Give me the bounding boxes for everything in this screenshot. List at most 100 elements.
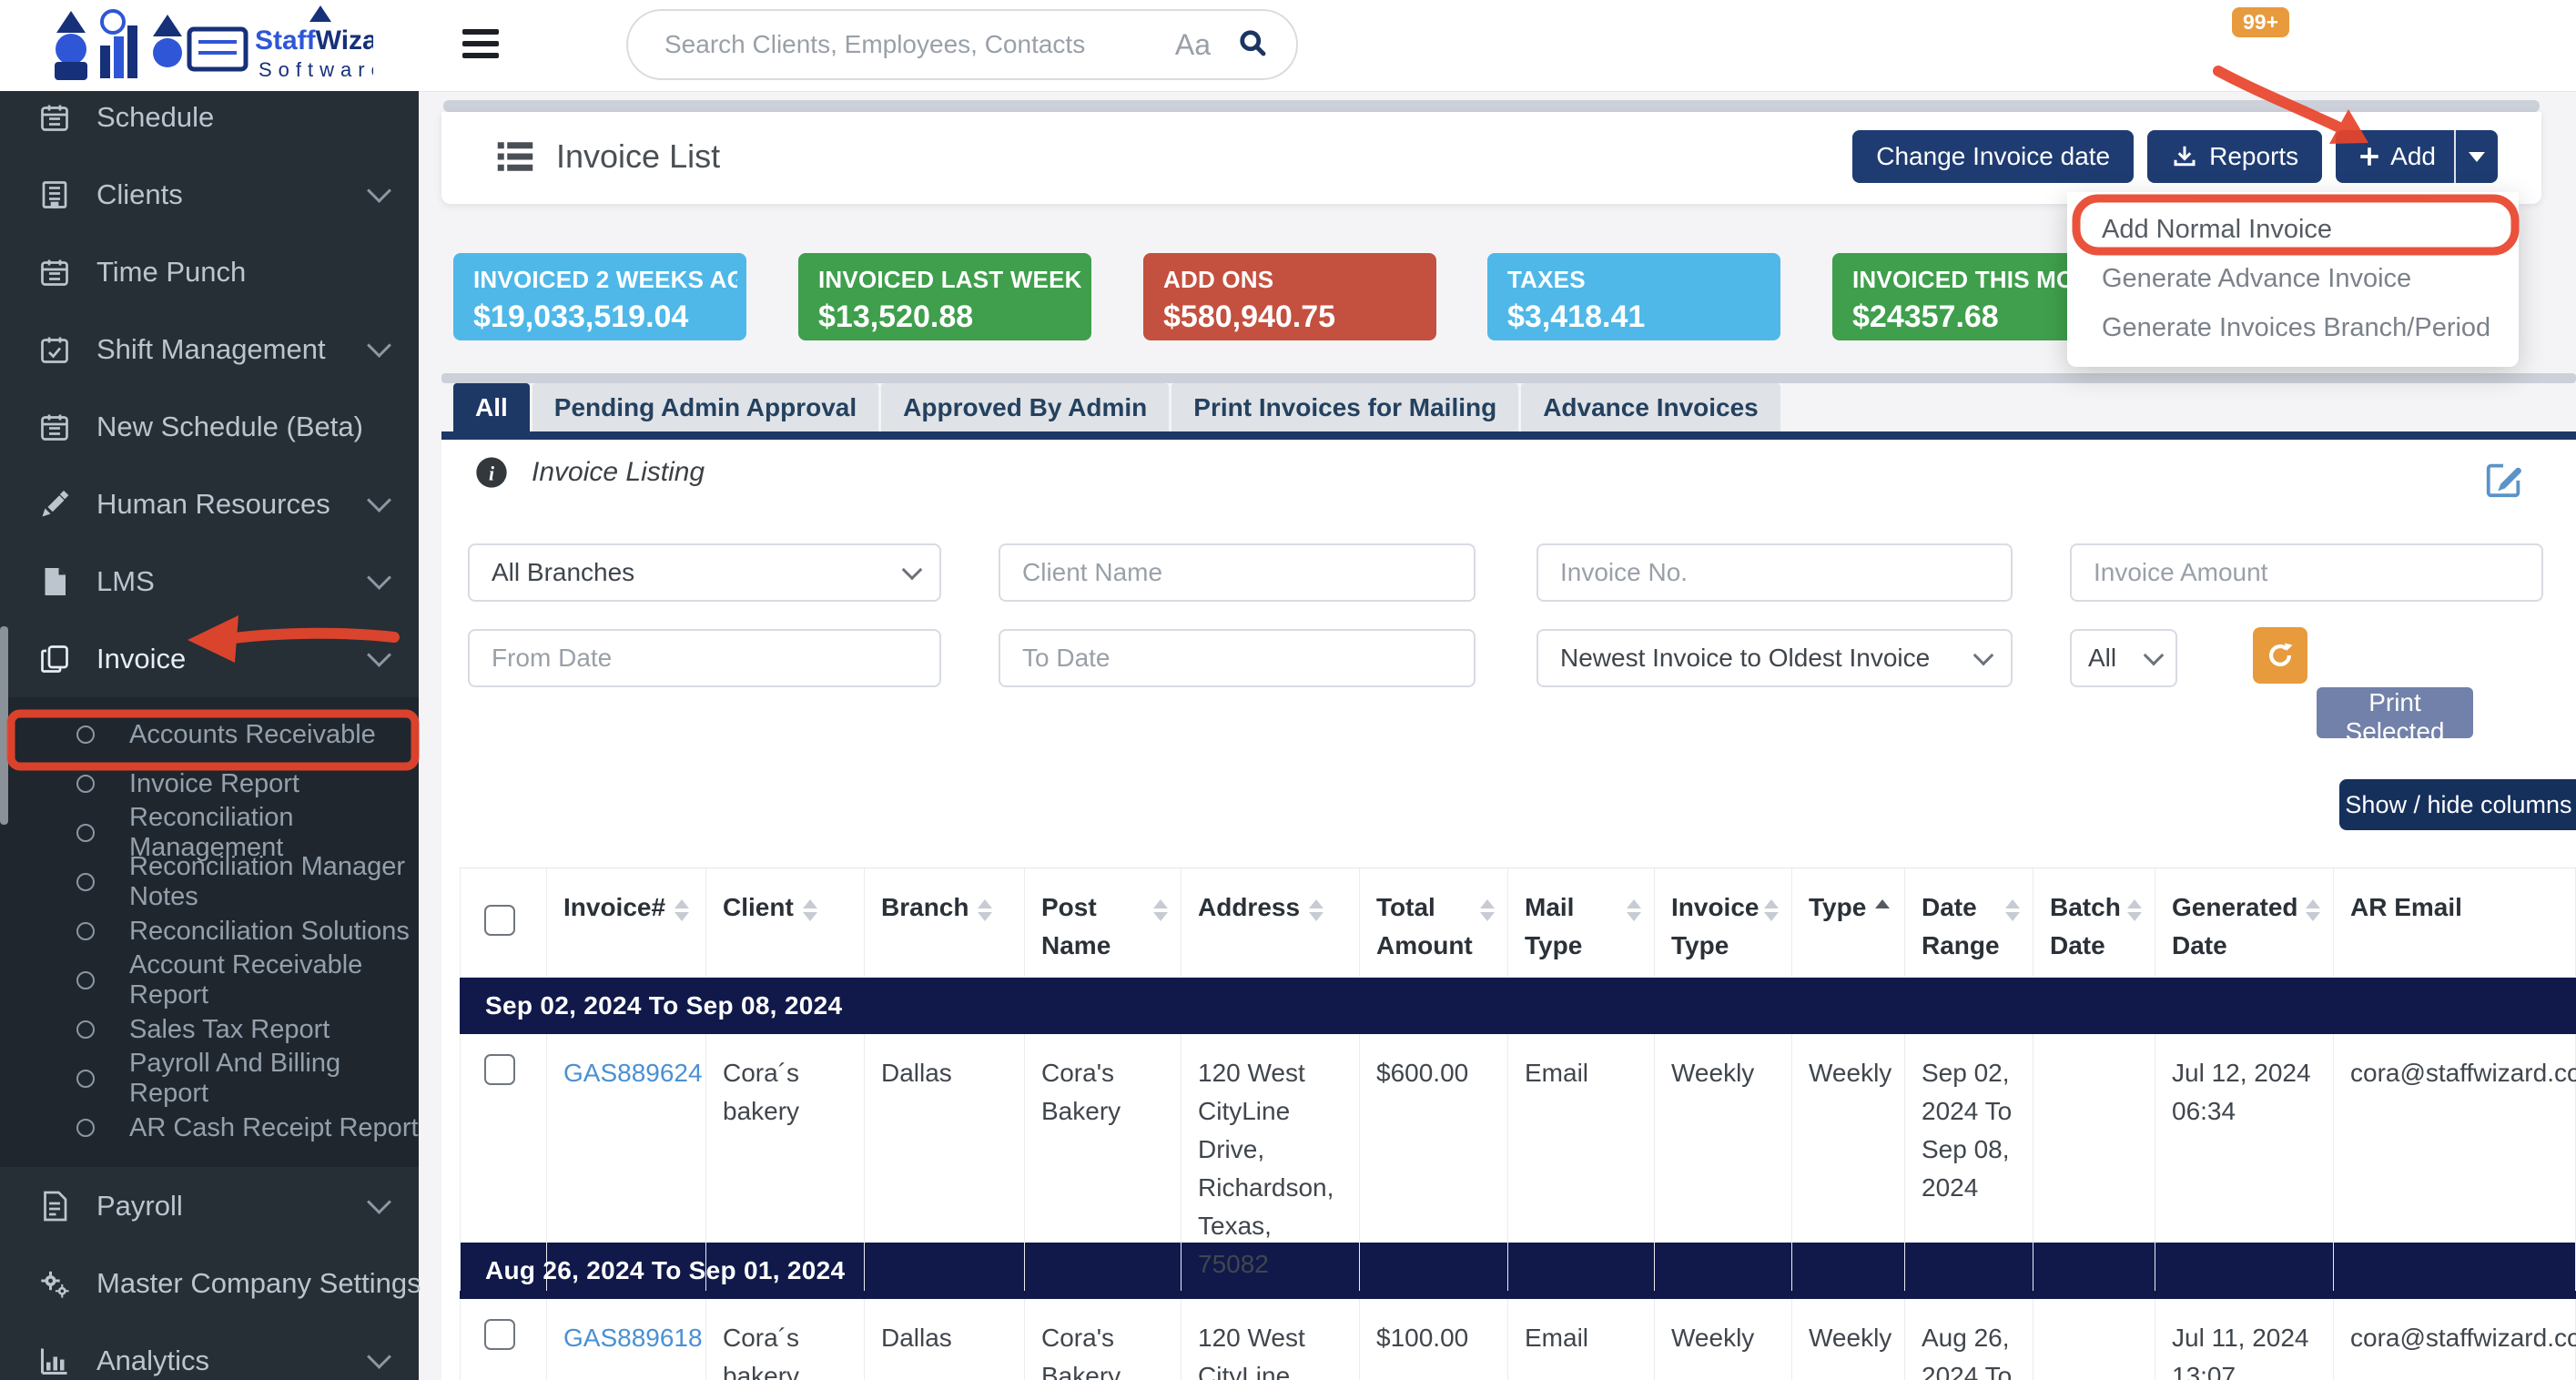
column-header-invoice-type[interactable]: Invoice Type <box>1655 868 1792 977</box>
column-header-post-name[interactable]: Post Name <box>1025 868 1182 977</box>
bullet-icon <box>76 1020 95 1039</box>
column-header-generated-date[interactable]: Generated Date <box>2155 868 2334 977</box>
sidebar-scrollbar-thumb[interactable] <box>0 626 8 825</box>
tab-advance-invoices[interactable]: Advance Invoices <box>1521 383 1780 431</box>
submenu-item-ar-cash-receipt-report[interactable]: AR Cash Receipt Report <box>0 1103 419 1152</box>
submenu-item-reconciliation-manager-notes[interactable]: Reconciliation Manager Notes <box>0 857 419 907</box>
add-button[interactable]: Add <box>2336 130 2498 183</box>
column-header-total-amount[interactable]: Total Amount <box>1360 868 1508 977</box>
reports-button[interactable]: Reports <box>2147 130 2322 183</box>
invoice-number-link[interactable]: GAS889618 <box>563 1324 703 1352</box>
tab-pending-admin-approval[interactable]: Pending Admin Approval <box>532 383 878 431</box>
sort-icons <box>1764 899 1779 921</box>
cell-client: Cora´s bakery <box>706 1034 865 1291</box>
cell-address: 120 West CityLine Drive, Richardson, Tex… <box>1182 1299 1360 1380</box>
column-header-client[interactable]: Client <box>706 868 865 977</box>
add-dropdown-caret[interactable] <box>2454 130 2498 183</box>
sort-order-select[interactable]: Newest Invoice to Oldest Invoice <box>1536 629 2013 687</box>
submenu-item-account-receivable-report[interactable]: Account Receivable Report <box>0 956 419 1005</box>
column-header-address[interactable]: Address <box>1182 868 1360 977</box>
sidebar-item-clients[interactable]: Clients <box>0 156 419 233</box>
hamburger-menu-icon[interactable] <box>462 29 499 65</box>
svg-text:StaffWizard: StaffWizard <box>255 25 373 56</box>
bullet-icon <box>76 726 95 744</box>
invoice-number-link[interactable]: GAS889624 <box>563 1059 703 1087</box>
menu-item-generate-advance-invoice[interactable]: Generate Advance Invoice <box>2067 254 2519 303</box>
sidebar-item-label: LMS <box>96 565 370 598</box>
horizontal-scrollbar-track[interactable] <box>441 373 2576 383</box>
refresh-icon <box>2265 640 2296 671</box>
sidebar-item-time-punch[interactable]: Time Punch <box>0 233 419 310</box>
column-header-batch-date[interactable]: Batch Date <box>2033 868 2155 977</box>
search-icon[interactable] <box>1236 26 1269 64</box>
sidebar-item-master-company-settings[interactable]: Master Company Settings <box>0 1244 419 1322</box>
submenu-item-sales-tax-report[interactable]: Sales Tax Report <box>0 1005 419 1054</box>
tab-approved-by-admin[interactable]: Approved By Admin <box>881 383 1169 431</box>
horizontal-scrollbar-track[interactable] <box>443 100 2540 112</box>
stat-card-add-ons: ADD ONS $580,940.75 <box>1143 253 1436 340</box>
sidebar-item-human-resources[interactable]: Human Resources <box>0 465 419 543</box>
tab-underline <box>441 431 2576 440</box>
calendar-icon <box>36 99 73 136</box>
invoice-no-input[interactable] <box>1536 543 2013 602</box>
column-header-branch[interactable]: Branch <box>865 868 1025 977</box>
cell-batch-date <box>2033 1034 2155 1291</box>
submenu-item-accounts-receivable[interactable]: Accounts Receivable <box>0 710 419 759</box>
sidebar-item-new-schedule[interactable]: New Schedule (Beta) <box>0 388 419 465</box>
from-date-input[interactable] <box>468 629 941 687</box>
cell-date-range: Sep 02, 2024 To Sep 08, 2024 <box>1905 1034 2033 1291</box>
bullet-icon <box>76 775 95 793</box>
change-invoice-date-button[interactable]: Change Invoice date <box>1852 130 2134 183</box>
case-sensitivity-toggle[interactable]: Aa <box>1175 28 1211 62</box>
calendar-icon <box>36 254 73 290</box>
column-header-mail-type[interactable]: Mail Type <box>1508 868 1655 977</box>
select-all-cell[interactable] <box>460 868 547 977</box>
edit-icon[interactable] <box>2483 458 2525 504</box>
column-header-type[interactable]: Type <box>1792 868 1905 977</box>
column-header-date-range[interactable]: Date Range <box>1905 868 2033 977</box>
sidebar-item-invoice[interactable]: Invoice <box>0 620 419 697</box>
client-name-input[interactable] <box>999 543 1476 602</box>
cell-batch-date <box>2033 1299 2155 1380</box>
cell-invoice-type: Weekly <box>1655 1299 1792 1380</box>
submenu-item-reconciliation-solutions[interactable]: Reconciliation Solutions <box>0 907 419 956</box>
sidebar-item-analytics[interactable]: Analytics <box>0 1322 419 1380</box>
cell-mail-type: Email <box>1508 1034 1655 1291</box>
sidebar-item-schedule[interactable]: Schedule <box>0 78 419 156</box>
sidebar-item-shift-management[interactable]: Shift Management <box>0 310 419 388</box>
file-icon <box>36 563 73 600</box>
download-icon <box>2171 143 2198 170</box>
brand-logo[interactable]: StaffWizard Software <box>0 0 419 91</box>
menu-item-add-normal-invoice[interactable]: Add Normal Invoice <box>2067 205 2519 254</box>
to-date-input[interactable] <box>999 629 1476 687</box>
column-header-invoice-no[interactable]: Invoice# <box>547 868 706 977</box>
sort-icons <box>2127 899 2142 921</box>
column-header-ar-email[interactable]: AR Email <box>2334 868 2576 977</box>
branch-select-value: All Branches <box>492 558 634 587</box>
invoice-table: Invoice# Client Branch Post Name Address… <box>460 868 2576 1380</box>
row-checkbox[interactable] <box>484 1054 515 1085</box>
refresh-button[interactable] <box>2253 627 2307 684</box>
invoice-amount-input[interactable] <box>2070 543 2543 602</box>
sidebar-item-lms[interactable]: LMS <box>0 543 419 620</box>
sort-icons <box>1309 899 1323 921</box>
show-hide-columns-button[interactable]: Show / hide columns <box>2339 779 2576 830</box>
select-all-checkbox[interactable] <box>484 905 515 936</box>
submenu-item-reconciliation-management[interactable]: Reconciliation Management <box>0 808 419 857</box>
tab-all[interactable]: All <box>453 383 530 431</box>
search-input[interactable] <box>663 29 1175 60</box>
stat-value: $19,033,519.04 <box>473 299 737 335</box>
status-select[interactable]: All <box>2070 629 2177 687</box>
chevron-down-icon <box>1973 645 1994 666</box>
chevron-down-icon <box>367 1344 391 1369</box>
stat-label: INVOICED 2 WEEKS AGO <box>473 266 737 294</box>
menu-item-generate-invoices-branch-period[interactable]: Generate Invoices Branch/Period <box>2067 303 2519 352</box>
submenu-item-invoice-report[interactable]: Invoice Report <box>0 759 419 808</box>
print-selected-button[interactable]: Print Selected <box>2317 687 2473 738</box>
sidebar-item-payroll[interactable]: Payroll <box>0 1167 419 1244</box>
cell-date-range: Aug 26, 2024 To Sep 01, 2024 <box>1905 1299 2033 1380</box>
branch-select[interactable]: All Branches <box>468 543 941 602</box>
row-checkbox[interactable] <box>484 1319 515 1350</box>
submenu-item-payroll-and-billing-report[interactable]: Payroll And Billing Report <box>0 1054 419 1103</box>
tab-print-invoices-for-mailing[interactable]: Print Invoices for Mailing <box>1171 383 1518 431</box>
